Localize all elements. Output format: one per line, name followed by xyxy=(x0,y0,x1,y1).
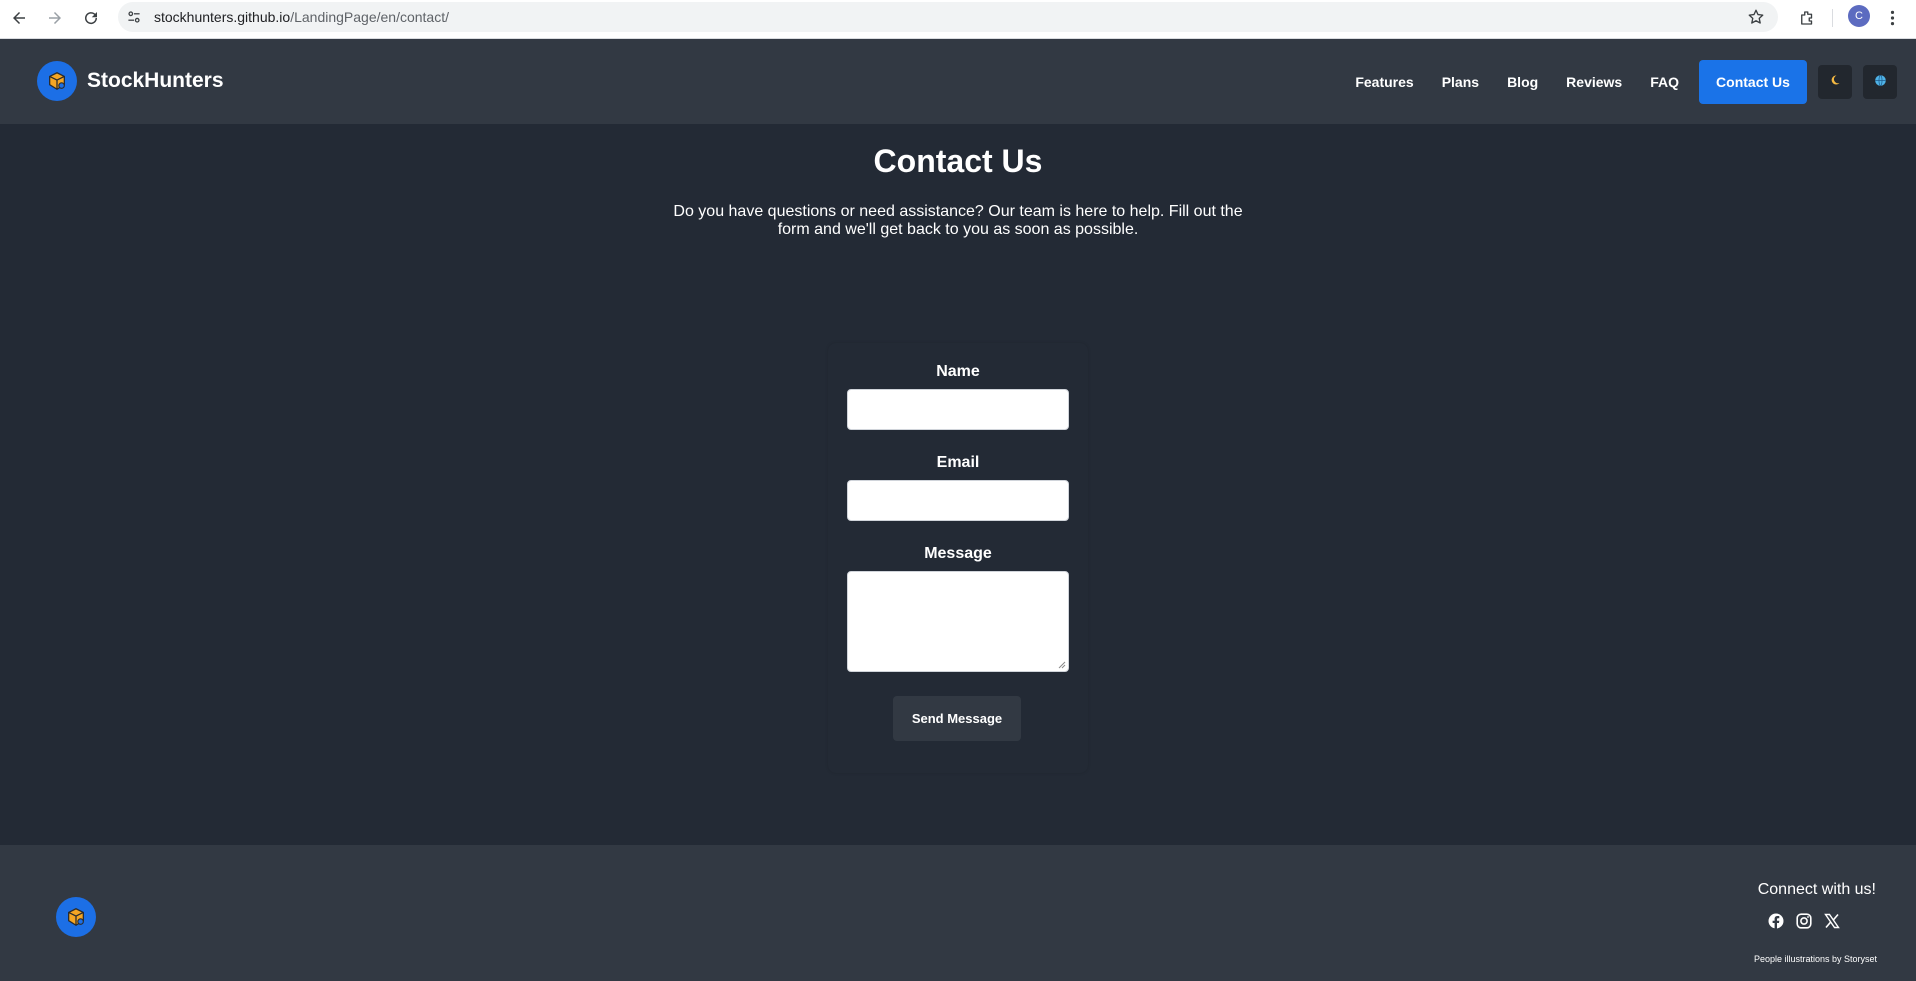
contact-us-button[interactable]: Contact Us xyxy=(1699,59,1807,104)
footer-logo-icon[interactable] xyxy=(56,897,96,937)
logo-icon xyxy=(37,61,77,101)
address-bar[interactable]: stockhunters.github.io/LandingPage/en/co… xyxy=(118,2,1778,32)
name-input[interactable] xyxy=(847,389,1069,430)
name-label: Name xyxy=(936,363,980,380)
message-label: Message xyxy=(924,545,992,562)
social-links xyxy=(1768,913,1840,929)
intro-text: Do you have questions or need assistance… xyxy=(673,203,1243,238)
url-domain: stockhunters.github.io xyxy=(154,9,291,25)
browser-toolbar: stockhunters.github.io/LandingPage/en/co… xyxy=(0,0,1916,39)
site-header: StockHunters Features Plans Blog Reviews… xyxy=(0,39,1916,124)
nav-reviews[interactable]: Reviews xyxy=(1552,74,1636,90)
send-message-button[interactable]: Send Message xyxy=(893,696,1021,741)
instagram-icon[interactable] xyxy=(1796,913,1812,929)
nav-features[interactable]: Features xyxy=(1341,74,1427,90)
brand-link[interactable]: StockHunters xyxy=(37,61,224,101)
theme-toggle-button[interactable] xyxy=(1818,64,1852,99)
brand-name: StockHunters xyxy=(87,69,224,92)
nav-faq[interactable]: FAQ xyxy=(1636,74,1693,90)
email-label: Email xyxy=(936,454,980,471)
url-path: /LandingPage/en/contact/ xyxy=(290,9,449,25)
page-title: Contact Us xyxy=(873,143,1043,179)
site-info-icon[interactable] xyxy=(124,7,144,27)
language-button[interactable] xyxy=(1863,64,1897,99)
resize-grip-icon[interactable] xyxy=(1058,661,1066,669)
x-icon[interactable] xyxy=(1824,913,1840,929)
url-text: stockhunters.github.io/LandingPage/en/co… xyxy=(154,9,449,25)
message-textarea[interactable] xyxy=(847,571,1069,672)
facebook-icon[interactable] xyxy=(1768,913,1784,929)
nav-blog[interactable]: Blog xyxy=(1493,74,1552,90)
moon-icon xyxy=(1829,74,1841,89)
email-input[interactable] xyxy=(847,480,1069,521)
profile-avatar[interactable]: C xyxy=(1848,5,1870,27)
connect-heading: Connect with us! xyxy=(1757,881,1876,898)
forward-icon[interactable] xyxy=(42,5,68,31)
illustration-credit[interactable]: People illustrations by Storyset xyxy=(1754,954,1877,964)
toolbar-divider xyxy=(1832,9,1833,27)
extensions-icon[interactable] xyxy=(1794,5,1820,31)
main-nav: Features Plans Blog Reviews FAQ Contact … xyxy=(1341,39,1916,124)
site-footer: Connect with us! People illustrations by… xyxy=(0,845,1916,981)
contact-form: Name Email Message Send Message xyxy=(828,343,1088,773)
bookmark-star-icon[interactable] xyxy=(1746,7,1766,27)
globe-icon xyxy=(1874,74,1887,90)
nav-plans[interactable]: Plans xyxy=(1428,74,1493,90)
browser-menu-icon[interactable] xyxy=(1882,5,1902,31)
reload-icon[interactable] xyxy=(78,5,104,31)
back-icon[interactable] xyxy=(6,5,32,31)
